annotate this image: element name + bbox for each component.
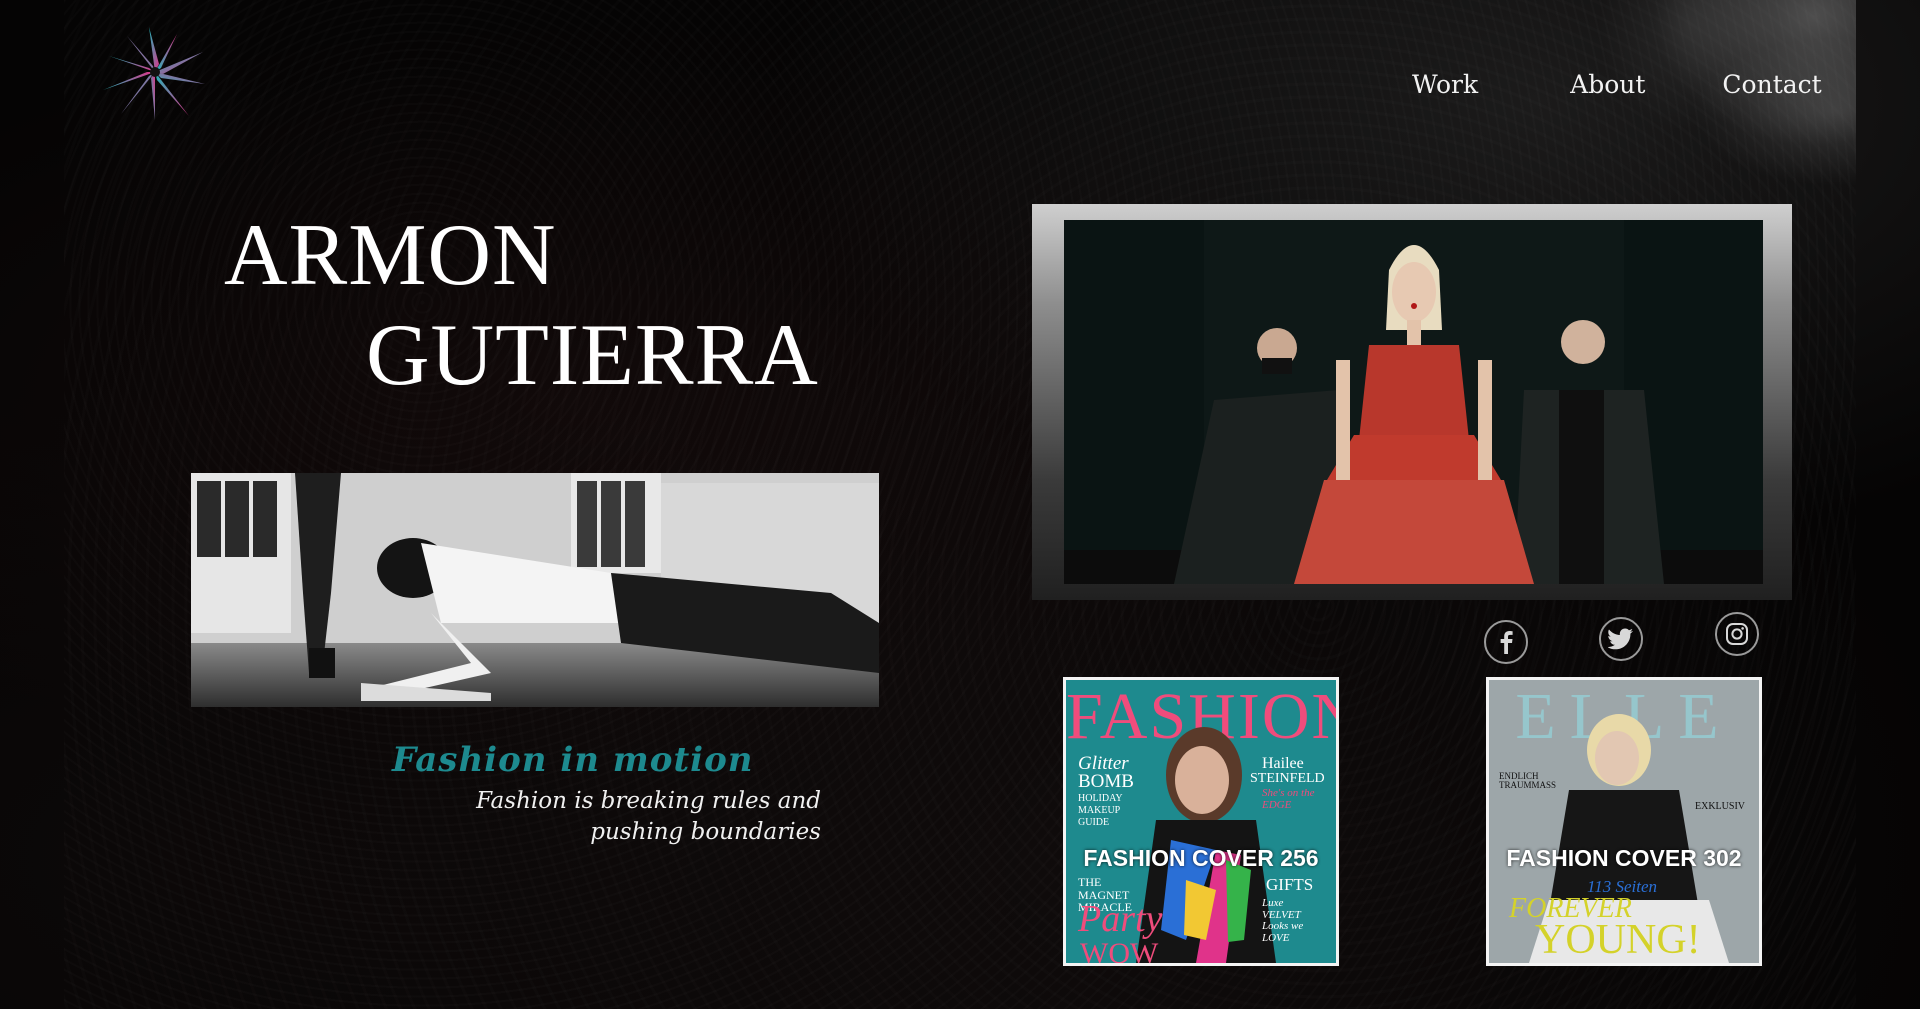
hero-name-last: GUTIERRA [366,307,819,404]
cover-makeup: MAKEUP [1078,805,1121,816]
nav-link-contact[interactable]: Contact [1722,70,1821,99]
hero-tagline: Fashion in motion [392,740,754,780]
facebook-icon[interactable] [1484,620,1528,664]
cover-bomb: BOMB [1078,771,1134,792]
magazine-cover-fashion[interactable]: FASHION Glitter BOMB HOLIDAY MAKEUP GUID… [1063,677,1339,966]
cover-name-last: STEINFELD [1250,771,1325,786]
instagram-icon[interactable] [1715,612,1759,656]
hero-subtext-line1: Fashion is breaking rules and [476,788,821,814]
nav-link-work[interactable]: Work [1412,70,1478,99]
cover-gifts: GIFTS [1266,875,1314,894]
hero-subtext-line2: pushing boundaries [590,819,821,845]
cover-endlich: ENDLICH TRAUMMASS [1499,771,1557,791]
bw-fashion-photo [191,473,879,707]
cover-young: YOUNG! [1535,917,1701,963]
cover-guide: GUIDE [1078,817,1110,828]
twitter-icon[interactable] [1599,617,1643,661]
hero-name-first: ARMON [224,207,557,304]
nav-link-about[interactable]: About [1570,70,1645,99]
cover-wow: WOW [1080,937,1159,966]
cover-exklusiv: EXKLUSIV [1695,801,1745,812]
cover-party: Party [1078,898,1163,940]
hero-subtext: Fashion is breaking rules and pushing bo… [421,786,821,848]
page: Work About Contact ARMON GUTIERRA Fashio… [0,0,1920,1009]
cover-velvet: Luxe VELVET Looks we LOVE [1262,897,1304,944]
starburst-logo-icon[interactable] [100,22,210,122]
magazine-cover-elle[interactable]: ELLE ENDLICH TRAUMMASS EXKLUSIV 113 Seit… [1486,677,1762,966]
cover-holiday: HOLIDAY [1078,793,1123,804]
cover-edge: She's on the EDGE [1262,787,1315,811]
main-nav: Work About Contact [1412,70,1822,99]
cover-label: FASHION COVER 302 [1506,845,1742,871]
runway-photo [1064,220,1763,584]
cover-label: FASHION COVER 256 [1083,845,1319,871]
